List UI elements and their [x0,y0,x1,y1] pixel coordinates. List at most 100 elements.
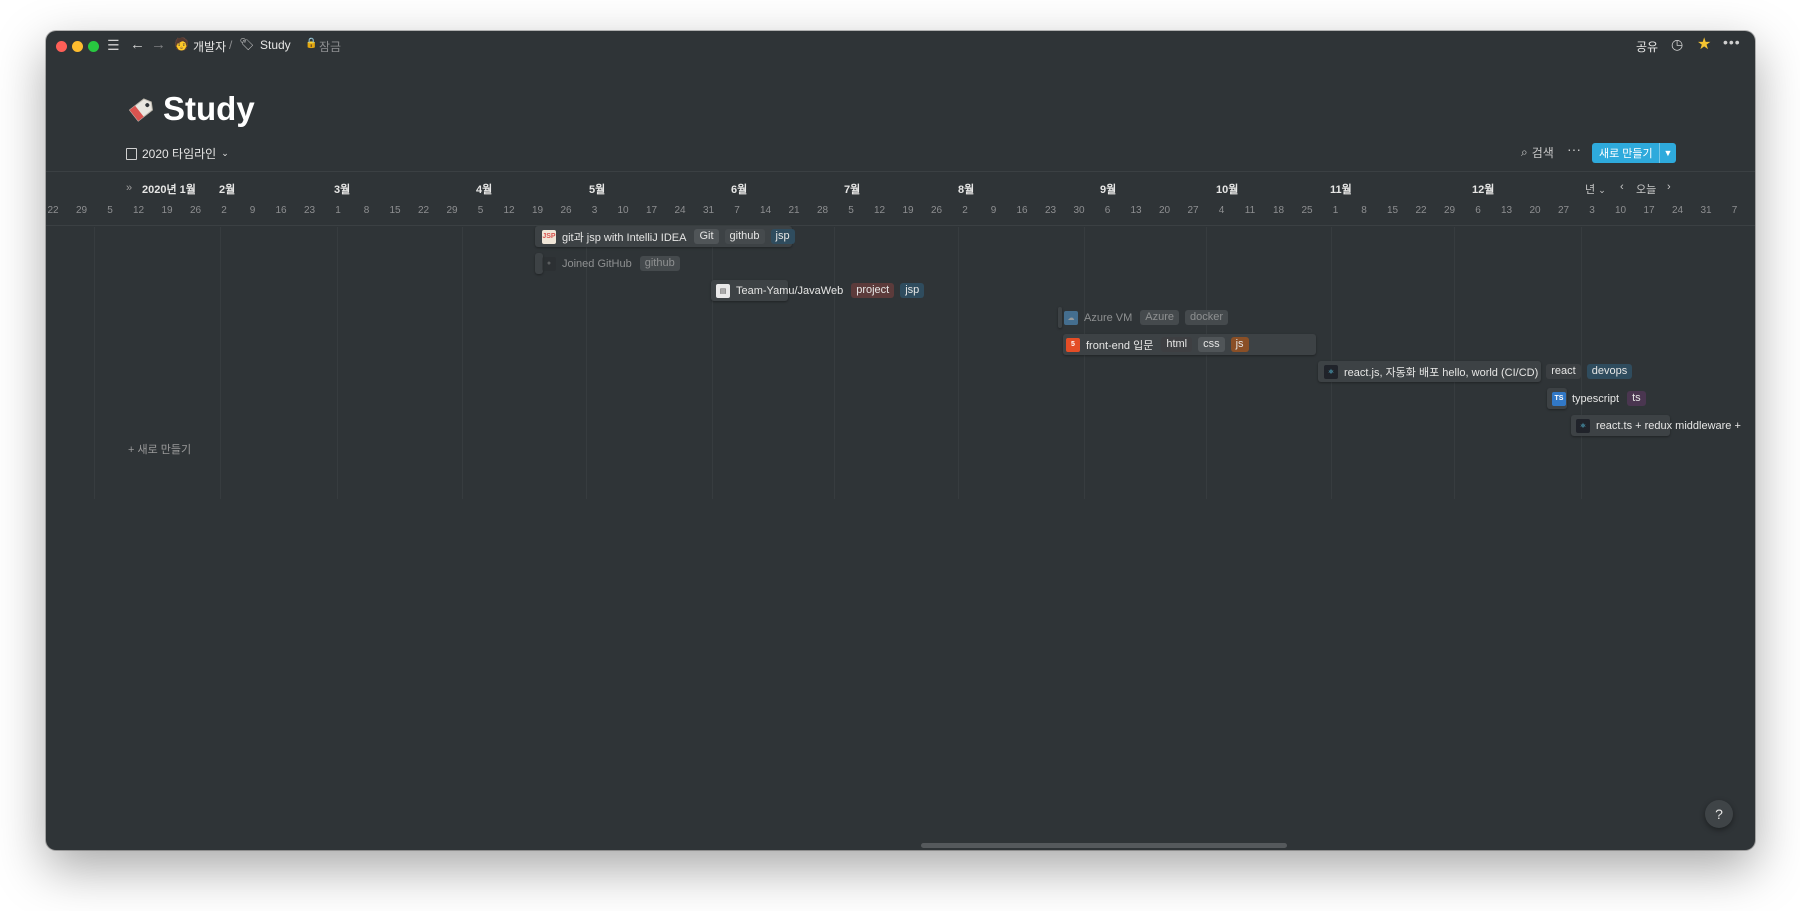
day-label: 6 [1104,205,1111,216]
day-label: 9 [990,205,997,216]
day-label: 29 [446,205,458,216]
tag-emoji-icon [128,98,153,122]
day-label: 3 [591,205,598,216]
next-period-icon[interactable]: › [1667,181,1671,193]
tag-emoji-icon: 🏷 [239,37,255,51]
day-label: 22 [1415,205,1427,216]
day-label: 21 [788,205,800,216]
help-button[interactable]: ? [1705,800,1733,828]
search-icon: ⌕ [1521,145,1528,159]
view-selector[interactable]: 2020 타임라인 ⌄ [126,145,229,162]
item-tag: html [1161,337,1193,352]
item-title: typescript [1572,392,1620,405]
month-label: 6월 [731,184,748,196]
view-more-button[interactable]: ··· [1567,141,1581,157]
day-label: 4 [1218,205,1225,216]
month-label: 8월 [958,184,975,196]
item-tag: jsp [900,283,925,298]
day-label: 26 [560,205,572,216]
item-tag: devops [1586,364,1633,379]
timeline-item[interactable]: ☁ Azure VM Azure docker [1064,307,1234,328]
month-label: 2020년 1월 [142,184,196,196]
timeline-item[interactable]: TS typescript ts [1552,388,1652,409]
breadcrumb-workspace[interactable]: 개발자 [193,38,226,55]
month-gridline [337,227,338,499]
day-label: 31 [1700,205,1712,216]
day-label: 10 [617,205,629,216]
today-button[interactable]: 오늘 [1636,181,1656,197]
month-gridline [958,227,959,499]
item-title: Azure VM [1084,311,1133,324]
jsp-icon: JSP [542,229,556,244]
plus-icon: + [128,444,135,456]
day-label: 3 [1589,205,1595,216]
timeline-item[interactable]: JSP git과 jsp with IntelliJ IDEA Git github j… [542,226,801,247]
react-icon: ⚛ [1576,418,1590,433]
day-label: 5 [107,205,113,216]
item-tag: github [724,229,765,244]
page-title[interactable]: Study [163,90,255,128]
view-name: 2020 타임라인 [142,147,217,161]
month-label: 11월 [1330,184,1352,196]
month-gridline [462,227,463,499]
item-title: Joined GitHub [562,257,632,270]
day-label: 16 [275,205,287,216]
more-options-icon[interactable]: ••• [1723,34,1741,50]
share-button[interactable]: 공유 [1636,38,1658,55]
day-label: 2 [221,205,227,216]
ts-icon: TS [1552,391,1566,406]
month-label: 9월 [1100,184,1117,196]
html5-icon: 5 [1066,337,1080,352]
item-tag: react [1546,364,1581,379]
day-label: 5 [477,205,484,216]
month-gridline [1206,227,1207,499]
day-label: 27 [1557,205,1570,216]
close-window-button[interactable] [56,41,67,52]
day-label: 22 [417,205,430,216]
day-label: 24 [674,205,686,216]
horizontal-scrollbar[interactable] [921,843,1287,848]
forward-arrow-icon[interactable]: → [151,36,166,53]
item-tag: js [1230,337,1249,352]
breadcrumb-separator: / [229,38,233,52]
day-label: 11 [1244,205,1256,216]
day-label: 19 [161,205,173,216]
prev-period-icon[interactable]: ‹ [1620,181,1624,193]
day-label: 30 [1073,205,1085,216]
day-label: 6 [1475,205,1481,216]
item-tag: github [639,256,680,271]
favorite-star-icon[interactable]: ★ [1697,34,1711,54]
new-row-button[interactable]: + 새로 만들기 [128,441,191,457]
item-tag: jsp [770,229,795,244]
month-gridline [94,227,95,499]
timeline-item[interactable]: ⚛ react.js, 자동화 배포 hello, world (CI/CD) re… [1324,361,1638,382]
expand-chevrons-icon[interactable]: » [126,182,132,194]
scale-selector[interactable]: 년 ⌄ [1585,181,1606,197]
timeline-item[interactable]: ▤ Team-Yamu/JavaWeb project jsp [716,280,930,301]
back-arrow-icon[interactable]: ← [130,36,145,53]
timeline-bar[interactable] [1058,307,1062,328]
search-button[interactable]: ⌕ 검색 [1521,144,1554,161]
app-window: ☰ ← → 🧑 개발자 / 🏷 Study 🔒 잠금 공유 ◷ ★ ••• St… [46,31,1755,850]
developer-emoji-icon: 🧑 [174,37,189,51]
new-button[interactable]: 새로 만들기 ▼ [1592,143,1676,163]
timeline-item[interactable]: ● Joined GitHub github [542,253,686,274]
sidebar-menu-icon[interactable]: ☰ [107,37,120,54]
day-label: 13 [1130,205,1142,216]
lock-label[interactable]: 잠금 [319,38,341,55]
day-label: 19 [531,205,544,216]
day-label: 26 [189,205,202,216]
item-title: front-end 입문 [1086,339,1154,352]
minimize-window-button[interactable] [72,41,83,52]
timeline-item[interactable]: ⚛ react.ts + redux middleware + [1576,415,1749,436]
month-label: 10월 [1216,184,1239,196]
chevron-down-icon[interactable]: ▼ [1659,143,1676,163]
day-label: 15 [1386,205,1399,216]
breadcrumb-page[interactable]: Study [260,38,291,52]
day-label: 1 [335,205,341,216]
timeline-item[interactable]: 5 front-end 입문 html css js [1066,334,1255,355]
month-label: 5월 [589,184,606,196]
updates-clock-icon[interactable]: ◷ [1671,36,1683,53]
maximize-window-button[interactable] [88,41,99,52]
github-icon: ● [542,256,556,271]
